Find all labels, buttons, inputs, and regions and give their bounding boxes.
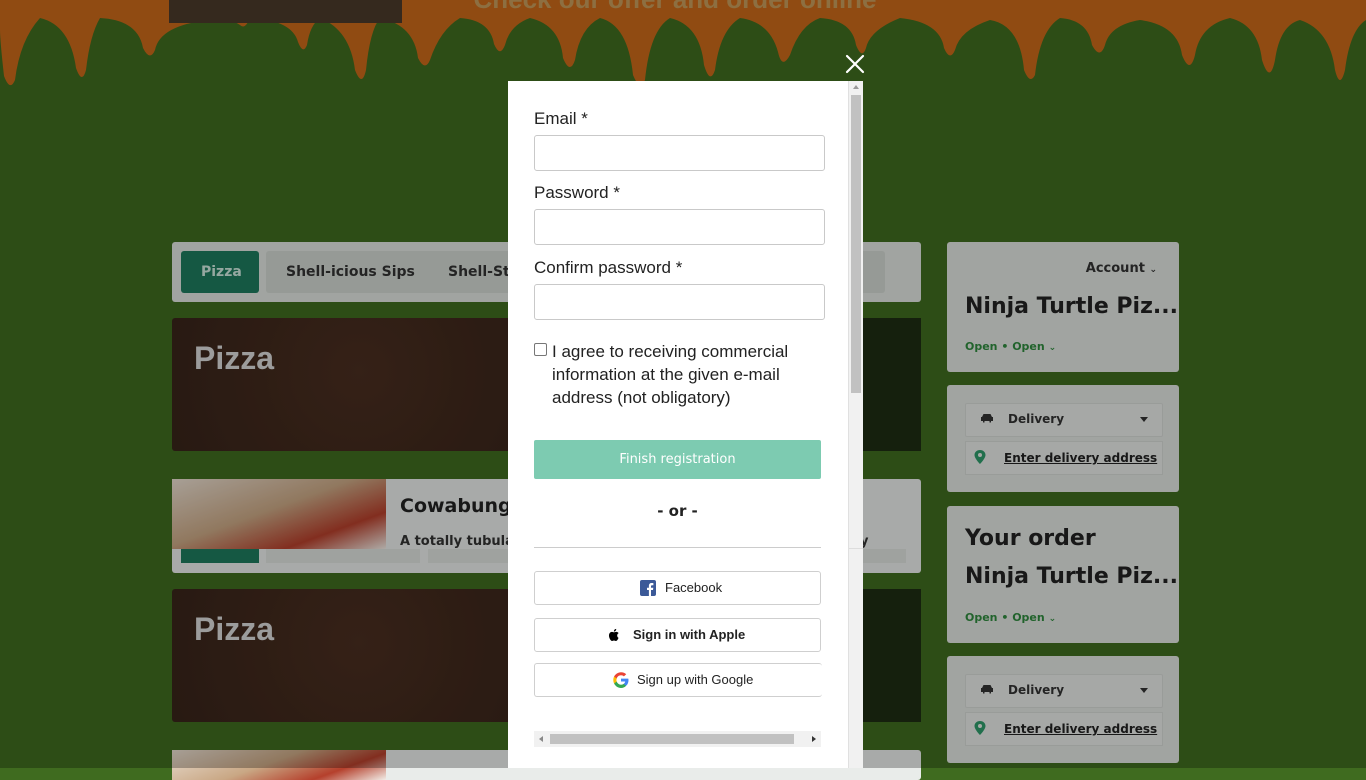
registration-modal: Email * Password * Confirm password * I … [508, 81, 863, 768]
password-label: Password * [534, 183, 620, 202]
facebook-button[interactable]: Facebook [534, 571, 821, 605]
scrollbar-divider [849, 548, 863, 549]
or-separator: - or - [657, 502, 698, 520]
password-field[interactable] [534, 209, 825, 245]
email-label: Email * [534, 109, 588, 128]
scrollbar-thumb[interactable] [550, 734, 794, 744]
horizontal-scrollbar[interactable] [534, 731, 821, 747]
scroll-right-arrow-icon[interactable] [812, 736, 816, 742]
apple-sign-in-label: Sign in with Apple [633, 627, 746, 642]
vertical-scrollbar[interactable] [848, 81, 863, 768]
facebook-icon [640, 580, 656, 596]
apple-sign-in-button[interactable]: Sign in with Apple [534, 618, 821, 652]
google-icon [613, 672, 629, 688]
finish-registration-button[interactable]: Finish registration [534, 440, 821, 479]
consent-checkbox[interactable] [534, 343, 547, 356]
close-icon[interactable] [844, 53, 866, 75]
google-sign-up-button[interactable]: Sign up with Google [534, 663, 822, 697]
consent-text: I agree to receiving commercial informat… [552, 342, 789, 407]
facebook-label: Facebook [665, 580, 723, 595]
scroll-up-arrow-icon[interactable] [853, 85, 859, 89]
email-field[interactable] [534, 135, 825, 171]
scrollbar-thumb[interactable] [851, 95, 861, 393]
divider [534, 547, 821, 548]
scroll-left-arrow-icon[interactable] [539, 736, 543, 742]
google-sign-up-label: Sign up with Google [637, 672, 754, 687]
confirm-password-label: Confirm password * [534, 258, 683, 277]
apple-icon [608, 628, 619, 641]
confirm-password-field[interactable] [534, 284, 825, 320]
